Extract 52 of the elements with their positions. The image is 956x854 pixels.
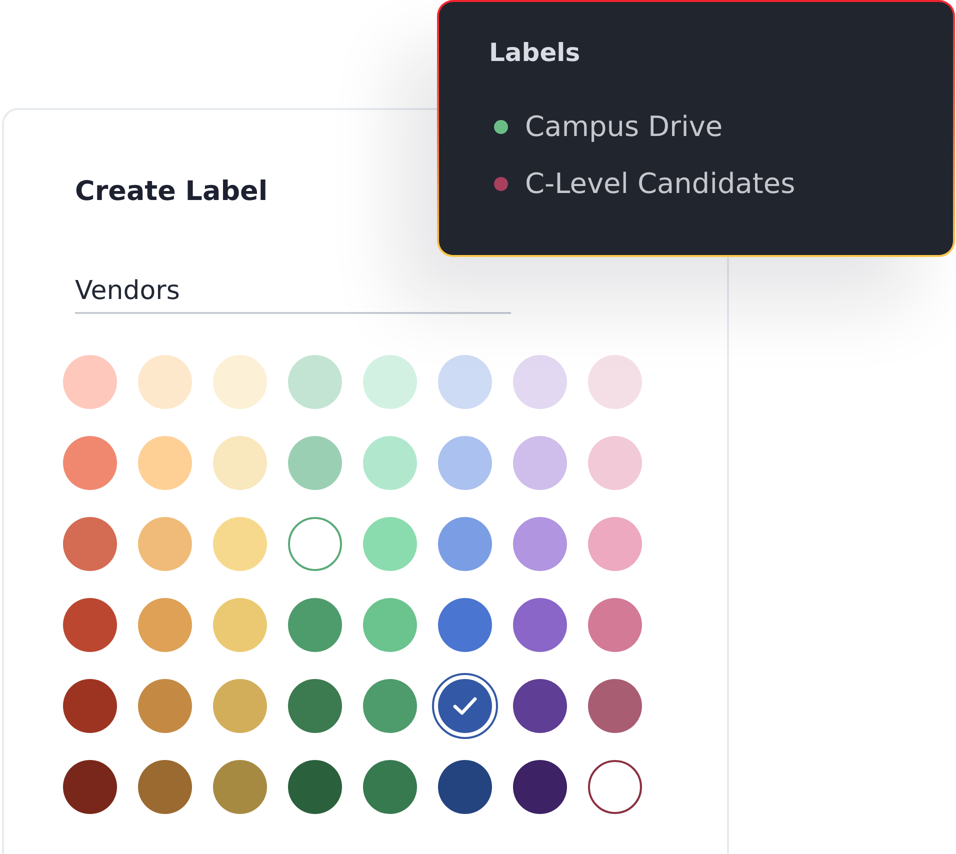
- color-swatch[interactable]: [138, 679, 192, 733]
- color-swatch[interactable]: [213, 760, 267, 814]
- color-swatch[interactable]: [213, 436, 267, 490]
- color-swatch[interactable]: [138, 436, 192, 490]
- color-swatch[interactable]: [63, 679, 117, 733]
- color-swatch[interactable]: [588, 598, 642, 652]
- color-swatch[interactable]: [363, 760, 417, 814]
- color-swatch[interactable]: [513, 517, 567, 571]
- color-swatch[interactable]: [288, 598, 342, 652]
- color-swatch[interactable]: [438, 760, 492, 814]
- color-swatch[interactable]: [288, 436, 342, 490]
- color-swatch[interactable]: [213, 679, 267, 733]
- color-swatch[interactable]: [588, 679, 642, 733]
- color-swatch[interactable]: [288, 355, 342, 409]
- color-swatch[interactable]: [288, 517, 342, 571]
- color-swatch[interactable]: [363, 517, 417, 571]
- color-swatch[interactable]: [438, 436, 492, 490]
- color-swatch[interactable]: [588, 436, 642, 490]
- color-swatch[interactable]: [288, 760, 342, 814]
- color-swatch[interactable]: [513, 760, 567, 814]
- color-swatch[interactable]: [363, 598, 417, 652]
- color-swatch[interactable]: [213, 517, 267, 571]
- color-swatch[interactable]: [438, 517, 492, 571]
- color-swatch[interactable]: [363, 436, 417, 490]
- color-swatch[interactable]: [63, 598, 117, 652]
- color-swatch[interactable]: [513, 598, 567, 652]
- color-swatch[interactable]: [513, 355, 567, 409]
- color-swatch[interactable]: [363, 679, 417, 733]
- color-swatch[interactable]: [63, 355, 117, 409]
- color-swatch[interactable]: [213, 598, 267, 652]
- color-swatch[interactable]: [63, 517, 117, 571]
- color-swatch[interactable]: [138, 598, 192, 652]
- color-swatch[interactable]: [138, 355, 192, 409]
- color-swatch[interactable]: [438, 598, 492, 652]
- color-swatch[interactable]: [438, 355, 492, 409]
- label-item[interactable]: C-Level Candidates: [525, 167, 796, 201]
- color-swatch[interactable]: [588, 760, 642, 814]
- color-swatch[interactable]: [63, 760, 117, 814]
- color-swatch[interactable]: [138, 760, 192, 814]
- popover-title: Labels: [489, 37, 580, 69]
- label-name-field[interactable]: Vendors: [75, 270, 511, 314]
- label-item[interactable]: Campus Drive: [525, 110, 723, 144]
- color-swatch[interactable]: [363, 355, 417, 409]
- color-swatch[interactable]: [513, 436, 567, 490]
- check-icon: [453, 697, 477, 715]
- color-swatch[interactable]: [588, 517, 642, 571]
- color-swatch[interactable]: [288, 679, 342, 733]
- color-swatch[interactable]: [138, 517, 192, 571]
- color-swatch[interactable]: [513, 679, 567, 733]
- color-swatch[interactable]: [213, 355, 267, 409]
- card-title: Create Label: [75, 175, 268, 209]
- color-swatch[interactable]: [63, 436, 117, 490]
